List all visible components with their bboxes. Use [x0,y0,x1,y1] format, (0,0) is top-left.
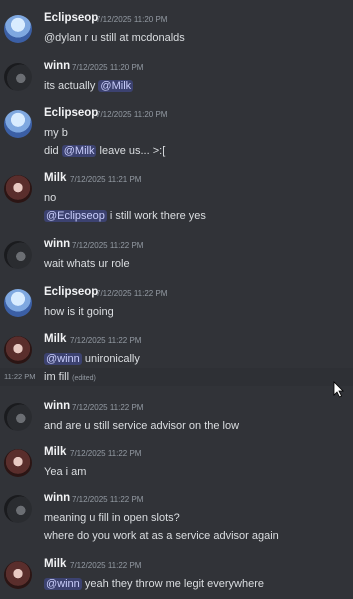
message-timestamp: 7/12/2025 11:22 PM [70,561,142,570]
message-text: meaning u fill in open slots? [44,512,180,524]
message-line: no [44,192,56,204]
message-timestamp: 7/12/2025 11:22 PM [72,403,144,412]
user-mention[interactable]: @Milk [98,80,134,92]
message-timestamp: 7/12/2025 11:22 PM [72,241,144,250]
message-line: how is it going [44,306,114,318]
message-line: where do you work at as a service adviso… [44,530,279,542]
winn-avatar[interactable] [4,241,32,269]
message-line: @winn unironically [44,353,140,365]
message-text: im fill [44,371,70,383]
author-name[interactable]: Eclipseop [44,286,98,298]
message-text: where do you work at as a service adviso… [44,530,279,542]
message-text: @dylan r u still at mcdonalds [44,32,185,44]
message-text: and are u still service advisor on the l… [44,420,240,432]
message-timestamp: 7/12/2025 11:20 PM [96,15,168,24]
message-timestamp: 7/12/2025 11:22 PM [70,449,142,458]
message-line: meaning u fill in open slots? [44,512,180,524]
message-text: did [44,145,62,157]
message-text: my b [44,127,68,139]
message-line: wait whats ur role [44,258,130,270]
winn-avatar[interactable] [4,495,32,523]
message-text: yeah they throw me legit everywhere [81,578,264,590]
winn-avatar[interactable] [4,63,32,91]
message-text: wait whats ur role [44,258,130,270]
message-text: i still work there yes [106,210,206,222]
user-mention[interactable]: @Milk [61,145,97,157]
author-name[interactable]: winn [44,60,70,72]
message-line: @dylan r u still at mcdonalds [44,32,185,44]
message-text: how is it going [44,306,114,318]
message-line: did @Milk leave us... >:[ [44,145,165,157]
user-mention[interactable]: @Eclipseop [44,210,107,222]
milk-avatar[interactable] [4,561,32,589]
message-timestamp: 7/12/2025 11:20 PM [96,110,168,119]
eclipseop-avatar[interactable] [4,289,32,317]
author-name[interactable]: winn [44,400,70,412]
message-timestamp: 7/12/2025 11:22 PM [72,495,144,504]
message-timestamp: 7/12/2025 11:21 PM [70,175,142,184]
milk-avatar[interactable] [4,336,32,364]
message-line: @winn yeah they throw me legit everywher… [44,578,264,590]
message-line: and are u still service advisor on the l… [44,420,239,432]
hover-timestamp: 11:22 PM [4,372,36,381]
eclipseop-avatar[interactable] [4,15,32,43]
author-name[interactable]: winn [44,238,70,250]
author-name[interactable]: Milk [44,172,66,184]
milk-avatar[interactable] [4,175,32,203]
message-timestamp: 7/12/2025 11:22 PM [70,336,142,345]
user-mention[interactable]: @winn [44,353,82,365]
author-name[interactable]: Eclipseop [44,107,98,119]
author-name[interactable]: winn [44,492,70,504]
message-line: its actually @Milk [44,80,134,92]
message-line: my b [44,127,68,139]
author-name[interactable]: Milk [44,558,66,570]
message-text: unironically [81,353,140,365]
message-timestamp: 7/12/2025 11:20 PM [72,63,144,72]
author-name[interactable]: Eclipseop [44,12,98,24]
message-line: @Eclipseop i still work there yes [44,210,206,222]
edited-label: (edited) [72,375,96,382]
author-name[interactable]: Milk [44,333,66,345]
mouse-cursor-icon [333,381,344,398]
message-timestamp: 7/12/2025 11:22 PM [96,289,168,298]
message-text: Yea i am [44,466,87,478]
eclipseop-avatar[interactable] [4,110,32,138]
message-text: its actually [44,80,99,92]
milk-avatar[interactable] [4,449,32,477]
user-mention[interactable]: @winn [44,578,82,590]
winn-avatar[interactable] [4,403,32,431]
message-line: Yea i am [44,466,86,478]
author-name[interactable]: Milk [44,446,66,458]
message-text: no [44,192,57,204]
message-text: leave us... >:[ [96,145,166,157]
continuation-message: im fill (edited) [44,371,96,383]
